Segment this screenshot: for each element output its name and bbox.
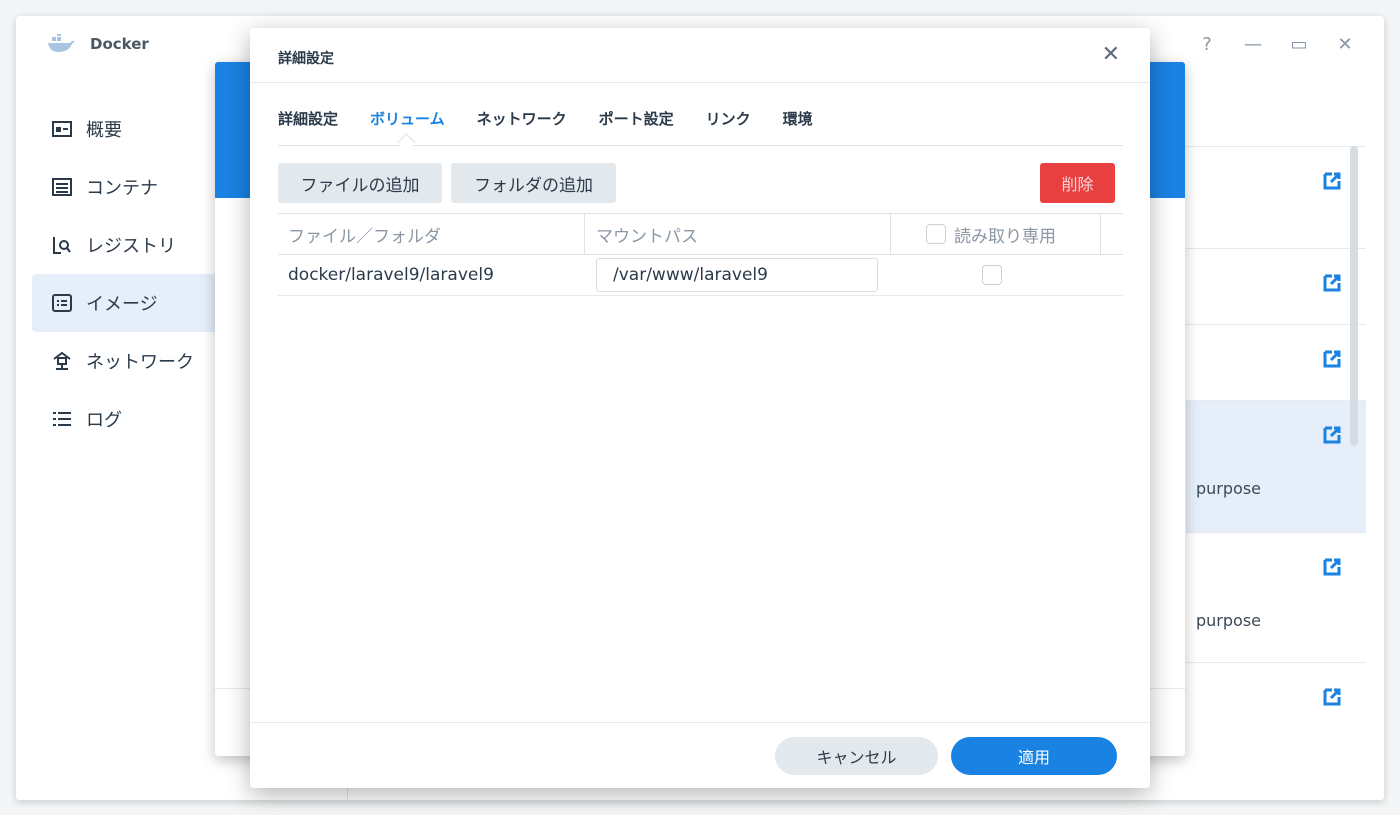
- list-item[interactable]: [1186, 324, 1366, 401]
- open-external-icon[interactable]: [1322, 687, 1342, 707]
- column-header-read-only[interactable]: 読み取り専用: [926, 214, 1056, 254]
- window-controls: ? — ▭ ✕: [1198, 34, 1354, 55]
- app-title-bar: Docker: [46, 34, 149, 54]
- list-item[interactable]: [1186, 662, 1366, 773]
- dialog-title: 詳細設定: [278, 51, 334, 67]
- container-icon: [52, 177, 72, 197]
- docker-whale-icon: [48, 34, 75, 52]
- list-item[interactable]: purpose: [1186, 532, 1366, 663]
- list-item-description: purpose: [1196, 479, 1261, 498]
- advanced-settings-dialog: 詳細設定 ✕ 詳細設定 ボリューム ネットワーク ポート設定 リンク 環境 ファ…: [250, 28, 1150, 788]
- title-divider: [250, 82, 1150, 83]
- read-only-select-all-checkbox[interactable]: [926, 224, 946, 244]
- open-external-icon[interactable]: [1322, 171, 1342, 191]
- image-icon: [52, 293, 72, 313]
- column-header-file-folder[interactable]: ファイル／フォルダ: [288, 214, 441, 254]
- settings-tabs: 詳細設定 ボリューム ネットワーク ポート設定 リンク 環境: [278, 108, 845, 129]
- list-scrollbar[interactable]: [1350, 146, 1358, 446]
- volume-table: ファイル／フォルダ マウントパス 読み取り専用 docker/laravel9/…: [278, 213, 1123, 296]
- footer-divider: [250, 722, 1150, 723]
- column-separator: [1100, 214, 1101, 254]
- sidebar-item-label: レジストリ: [86, 236, 176, 257]
- apply-button[interactable]: 適用: [951, 737, 1117, 775]
- tab-network[interactable]: ネットワーク: [477, 108, 567, 129]
- sidebar-item-label: ネットワーク: [86, 352, 194, 373]
- open-external-icon[interactable]: [1322, 349, 1342, 369]
- tab-advanced[interactable]: 詳細設定: [278, 108, 338, 129]
- tab-volume[interactable]: ボリューム: [370, 108, 445, 129]
- add-file-button[interactable]: ファイルの追加: [278, 163, 442, 203]
- read-only-cell: [982, 255, 1002, 295]
- active-tab-indicator: [397, 133, 416, 152]
- open-external-icon[interactable]: [1322, 557, 1342, 577]
- read-only-label: 読み取り専用: [954, 226, 1056, 247]
- log-icon: [52, 409, 72, 429]
- tab-environment[interactable]: 環境: [783, 108, 813, 129]
- app-title: Docker: [90, 35, 149, 53]
- file-folder-cell: docker/laravel9/laravel9: [288, 265, 494, 285]
- tab-links[interactable]: リンク: [706, 108, 751, 129]
- list-item-description: purpose: [1196, 611, 1261, 630]
- sidebar-item-label: コンテナ: [86, 178, 158, 199]
- open-external-icon[interactable]: [1322, 425, 1342, 445]
- minimize-icon[interactable]: —: [1244, 34, 1262, 55]
- read-only-checkbox[interactable]: [982, 265, 1002, 285]
- add-folder-button[interactable]: フォルダの追加: [451, 163, 616, 203]
- overview-icon: [52, 119, 72, 139]
- sidebar-item-label: イメージ: [86, 294, 158, 315]
- close-icon[interactable]: ✕: [1102, 42, 1120, 67]
- column-separator: [890, 214, 891, 254]
- column-header-mount-path[interactable]: マウントパス: [596, 214, 698, 254]
- window-close-icon[interactable]: ✕: [1336, 34, 1354, 55]
- sidebar-item-label: 概要: [86, 120, 122, 141]
- cancel-button[interactable]: キャンセル: [775, 737, 938, 775]
- tab-port-settings[interactable]: ポート設定: [599, 108, 674, 129]
- table-header: ファイル／フォルダ マウントパス 読み取り専用: [278, 213, 1123, 255]
- open-external-icon[interactable]: [1322, 273, 1342, 293]
- network-icon: [52, 351, 72, 371]
- column-separator: [584, 214, 585, 254]
- table-row[interactable]: docker/laravel9/laravel9: [278, 255, 1123, 296]
- help-icon[interactable]: ?: [1198, 34, 1216, 55]
- mount-path-input[interactable]: [596, 258, 878, 292]
- list-item[interactable]: [1186, 248, 1366, 325]
- sidebar-item-label: ログ: [86, 410, 122, 431]
- delete-button[interactable]: 削除: [1040, 163, 1115, 203]
- registry-icon: [52, 235, 72, 255]
- list-item-selected[interactable]: purpose: [1186, 400, 1366, 533]
- list-item[interactable]: [1186, 146, 1366, 249]
- maximize-icon[interactable]: ▭: [1290, 34, 1308, 55]
